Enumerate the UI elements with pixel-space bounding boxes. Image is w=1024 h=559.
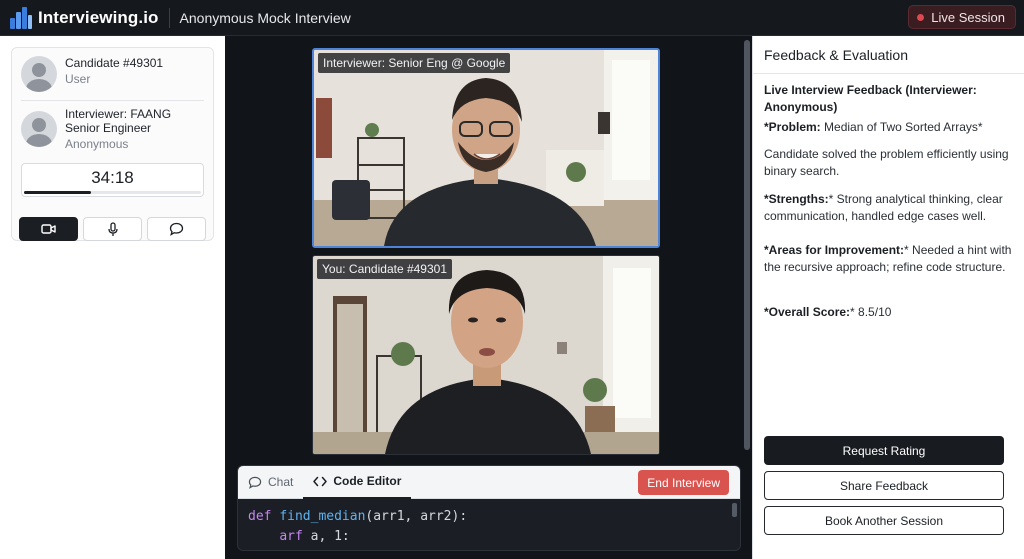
feedback-improvement: *Areas for Improvement:* Needed a hint w… (764, 243, 1012, 274)
participants-card: Candidate #49301 User Interviewer: FAANG… (11, 47, 214, 241)
feedback-score: *Overall Score:* 8.5/10 (764, 305, 892, 319)
candidate-role: User (65, 72, 91, 86)
interviewer-entry: Interviewer: FAANG Senior Engineer Anony… (21, 107, 171, 152)
code-content[interactable]: def find_median(arr1, arr2): arf a, 1: (238, 499, 740, 547)
live-session-badge: Live Session (908, 5, 1016, 29)
interviewer-name-line2: Senior Engineer (65, 121, 152, 135)
interviewer-avatar (21, 111, 57, 147)
feedback-panel: Feedback & Evaluation Live Interview Fee… (752, 36, 1024, 559)
session-timer: 34:18 (21, 163, 204, 197)
video-icon (40, 224, 56, 234)
timer-progress-fill (24, 191, 92, 194)
top-bar: Interviewing.io Anonymous Mock Interview… (0, 0, 1024, 36)
tab-chat-label: Chat (268, 475, 294, 489)
end-interview-button[interactable]: End Interview (638, 470, 729, 495)
feedback-panel-title: Feedback & Evaluation (753, 36, 1024, 74)
code-scrollbar[interactable] (732, 503, 737, 517)
participants-panel: Candidate #49301 User Interviewer: FAANG… (0, 36, 225, 559)
mic-toggle-button[interactable] (83, 217, 142, 241)
interviewer-role: Anonymous (65, 137, 129, 151)
feedback-heading: Live Interview Feedback (Interviewer: An… (764, 83, 977, 114)
chat-bubble-icon (248, 476, 262, 489)
feedback-strengths: *Strengths:* Strong analytical thinking,… (764, 192, 1003, 223)
tab-code-editor[interactable]: Code Editor (303, 466, 412, 499)
logo-bars-icon (10, 6, 32, 29)
code-line-2: arf a, 1: (279, 529, 350, 544)
interviewer-video-tile[interactable]: Interviewer: Senior Eng @ Google (312, 48, 660, 248)
code-editor-panel: Chat Code Editor End Interview def find_… (237, 465, 741, 551)
share-feedback-button[interactable]: Share Feedback (764, 471, 1004, 500)
chat-toggle-button[interactable] (147, 217, 206, 241)
request-rating-button[interactable]: Request Rating (764, 436, 1004, 465)
code-brackets-icon (313, 476, 328, 487)
video-scrollbar-thumb[interactable] (744, 40, 750, 450)
live-session-label: Live Session (931, 9, 1005, 25)
interviewer-name-line1: Interviewer: FAANG (65, 107, 172, 121)
video-scrollbar[interactable] (744, 40, 750, 450)
tab-code-editor-label: Code Editor (333, 474, 402, 488)
feedback-summary: Candidate solved the problem efficiently… (764, 147, 1009, 178)
live-dot-icon (917, 13, 925, 21)
candidate-video-label: You: Candidate #49301 (317, 259, 453, 279)
candidate-name: Candidate #49301 (65, 56, 164, 70)
mic-icon (107, 221, 118, 236)
interviewer-video-label: Interviewer: Senior Eng @ Google (318, 53, 511, 73)
candidate-video-tile[interactable]: You: Candidate #49301 (312, 255, 660, 455)
timer-progress-track (24, 191, 201, 194)
candidate-video-feed (313, 256, 659, 454)
editor-tabs: Chat Code Editor End Interview (238, 466, 740, 499)
participants-divider (21, 100, 204, 101)
brand-logo[interactable]: Interviewing.io (10, 6, 159, 29)
feedback-problem: *Problem: Median of Two Sorted Arrays* (764, 120, 983, 134)
candidate-entry: Candidate #49301 User (21, 56, 163, 92)
chat-bubble-icon (169, 222, 184, 236)
book-session-button[interactable]: Book Another Session (764, 506, 1004, 535)
timer-value: 34:18 (91, 168, 134, 187)
code-line-1: def find_median(arr1, arr2): (248, 509, 468, 524)
page-title: Anonymous Mock Interview (179, 9, 351, 26)
header-divider (168, 7, 170, 28)
video-toggle-button[interactable] (19, 217, 78, 241)
candidate-avatar (21, 56, 57, 92)
interviewer-video-feed (314, 50, 658, 246)
video-area: Interviewer: Senior Eng @ Google You: Ca… (225, 36, 752, 559)
tab-chat[interactable]: Chat (238, 466, 303, 499)
brand-name: Interviewing.io (38, 7, 159, 27)
